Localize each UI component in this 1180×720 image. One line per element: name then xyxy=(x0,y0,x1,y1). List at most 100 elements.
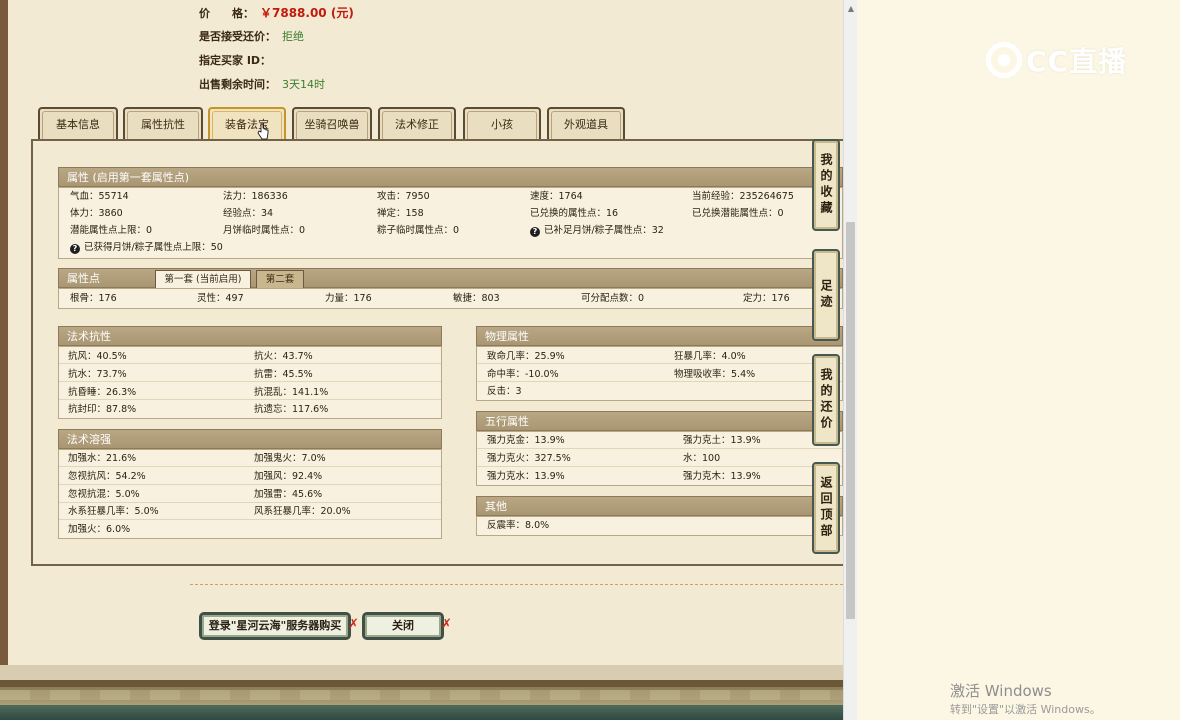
resist-cell: 抗昏睡：26.3% xyxy=(68,387,137,398)
side-btn-label: 我的收藏 xyxy=(819,153,833,217)
page-footer-decoration xyxy=(0,665,843,720)
subtab-first-set[interactable]: 第一套 (当前启用) xyxy=(155,270,251,289)
login-buy-button[interactable]: 登录"星河云海"服务器购买 xyxy=(199,612,351,640)
physical-cell: 狂暴几率：4.0% xyxy=(674,351,746,362)
points-cell: 灵性：497 xyxy=(197,293,244,304)
tab-basic-info[interactable]: 基本信息 xyxy=(38,107,118,140)
elements-cell: 强力克金：13.9% xyxy=(487,435,565,446)
scroll-up-arrow-icon[interactable]: ▲ xyxy=(844,0,858,17)
cc-live-logo-text: CC直播 xyxy=(1026,45,1128,78)
side-btn-label: 返回顶部 xyxy=(819,476,833,540)
attr-cell: 粽子临时属性点：0 xyxy=(377,225,460,236)
attr-cell: 月饼临时属性点：0 xyxy=(223,225,306,236)
windows-activate-subtitle: 转到"设置"以激活 Windows。 xyxy=(950,703,1101,716)
tab-appearance[interactable]: 外观道具 xyxy=(547,107,625,140)
elements-cell: 强力克土：13.9% xyxy=(683,435,761,446)
attr-footer-text: 已获得月饼/粽子属性点上限：50 xyxy=(84,242,223,253)
resist-cell: 抗风：40.5% xyxy=(68,351,127,362)
points-cell: 敏捷：803 xyxy=(453,293,500,304)
eye-icon xyxy=(986,42,1022,78)
tab-equipment[interactable]: 装备法宝 xyxy=(208,107,286,140)
points-cell: 可分配点数：0 xyxy=(581,293,645,304)
points-cell: 定力：176 xyxy=(743,293,790,304)
attr-cell: 法力：186336 xyxy=(223,191,288,202)
dotted-divider xyxy=(190,584,843,585)
help-icon[interactable]: ? xyxy=(70,244,80,254)
resist-cell: 抗火：43.7% xyxy=(254,351,313,362)
close-button[interactable]: 关闭 xyxy=(362,612,444,640)
elements-cell: 强力克火：327.5% xyxy=(487,453,571,464)
mastery-cell: 忽视抗混：5.0% xyxy=(68,489,140,500)
price-value: ￥7888.00 (元) xyxy=(260,6,354,20)
side-btn-label: 我的还价 xyxy=(819,368,833,432)
scroll-thumb[interactable] xyxy=(846,222,855,619)
attr-cell: 攻击：7950 xyxy=(377,191,430,202)
cc-live-logo: CC直播 xyxy=(986,40,1127,80)
points-cell: 力量：176 xyxy=(325,293,372,304)
physical-cell: 命中率：-10.0% xyxy=(487,369,559,380)
elements-cell: 水：100 xyxy=(683,453,721,464)
close-x-icon: ✗ xyxy=(441,617,452,632)
resist-cell: 抗混乱：141.1% xyxy=(254,387,329,398)
other-title: 其他 xyxy=(476,496,843,516)
magic-mastery-title: 法术溶强 xyxy=(58,429,442,449)
mastery-cell: 忽视抗风：54.2% xyxy=(68,471,146,482)
subtab-second-set[interactable]: 第二套 xyxy=(256,270,304,289)
page-left-border xyxy=(0,0,8,670)
bargain-label: 是否接受还价： xyxy=(199,30,276,43)
tab-spell-correction[interactable]: 法术修正 xyxy=(378,107,456,140)
remaining-value: 3天14时 xyxy=(282,78,325,91)
tab-mounts-summons[interactable]: 坐骑召唤兽 xyxy=(292,107,372,140)
help-icon[interactable]: ? xyxy=(530,227,540,237)
attr-cell: 已兑换潜能属性点：0 xyxy=(692,208,784,219)
resist-cell: 抗水：73.7% xyxy=(68,369,127,380)
tab-child[interactable]: 小孩 xyxy=(463,107,541,140)
empty-side-area xyxy=(857,0,1180,720)
attr-cell: 禅定：158 xyxy=(377,208,424,219)
physical-cell: 物理吸收率：5.4% xyxy=(674,369,756,380)
resist-cell: 抗遗忘：117.6% xyxy=(254,404,329,415)
close-x-icon: ✗ xyxy=(348,617,359,632)
resist-cell: 抗雷：45.5% xyxy=(254,369,313,380)
attr-cell: 体力：3860 xyxy=(70,208,123,219)
buyer-label: 指定买家 ID： xyxy=(199,54,272,67)
back-to-top-button[interactable]: 返回顶部 xyxy=(812,462,840,554)
mastery-cell: 水系狂暴几率：5.0% xyxy=(68,506,159,517)
elements-cell: 强力克水：13.9% xyxy=(487,471,565,482)
browser-viewport: 价 格： ￥7888.00 (元) 是否接受还价： 拒绝 指定买家 ID： 出售剩余… xyxy=(0,0,843,720)
bargain-row: 是否接受还价： 拒绝 xyxy=(199,28,304,44)
windows-activate-title: 激活 Windows xyxy=(950,682,1052,700)
remaining-row: 出售剩余时间： 3天14时 xyxy=(199,76,325,92)
mastery-cell: 加强鬼火：7.0% xyxy=(254,453,326,464)
attr-cell-help: ? 已补足月饼/粽子属性点：32 xyxy=(530,222,664,239)
physical-cell: 致命几率：25.9% xyxy=(487,351,565,362)
remaining-label: 出售剩余时间： xyxy=(199,78,276,91)
tab-attributes[interactable]: 属性抗性 xyxy=(123,107,203,140)
hand-cursor-icon xyxy=(257,123,269,140)
price-label: 价 格： xyxy=(199,7,254,20)
elements-cell: 强力克木：13.9% xyxy=(683,471,761,482)
my-bargain-button[interactable]: 我的还价 xyxy=(812,354,840,446)
attr-cell: 潜能属性点上限：0 xyxy=(70,225,153,236)
mastery-cell: 风系狂暴几率：20.0% xyxy=(254,506,351,517)
points-section-body xyxy=(58,288,843,309)
price-row: 价 格： ￥7888.00 (元) xyxy=(199,4,354,21)
footprint-button[interactable]: 足迹 xyxy=(812,249,840,341)
attr-section-title: 属性 (启用第一套属性点) xyxy=(58,167,843,187)
attr-footer: ? 已获得月饼/粽子属性点上限：50 xyxy=(70,239,223,256)
vertical-scrollbar[interactable]: ▲ xyxy=(843,0,857,720)
physical-title: 物理属性 xyxy=(476,326,843,346)
attr-cell: 已兑换的属性点：16 xyxy=(530,208,619,219)
points-cell: 根骨：176 xyxy=(70,293,117,304)
mastery-cell: 加强火：6.0% xyxy=(68,524,131,535)
mastery-cell: 加强雷：45.6% xyxy=(254,489,323,500)
mastery-cell: 加强水：21.6% xyxy=(68,453,137,464)
mastery-cell: 加强风：92.4% xyxy=(254,471,323,482)
magic-resist-title: 法术抗性 xyxy=(58,326,442,346)
my-favorites-button[interactable]: 我的收藏 xyxy=(812,139,840,231)
resist-cell: 抗封印：87.8% xyxy=(68,404,137,415)
five-elements-title: 五行属性 xyxy=(476,411,843,431)
other-cell: 反震率：8.0% xyxy=(487,520,550,531)
attr-cell: 气血：55714 xyxy=(70,191,129,202)
attr-cell-text: 已补足月饼/粽子属性点：32 xyxy=(544,225,664,236)
